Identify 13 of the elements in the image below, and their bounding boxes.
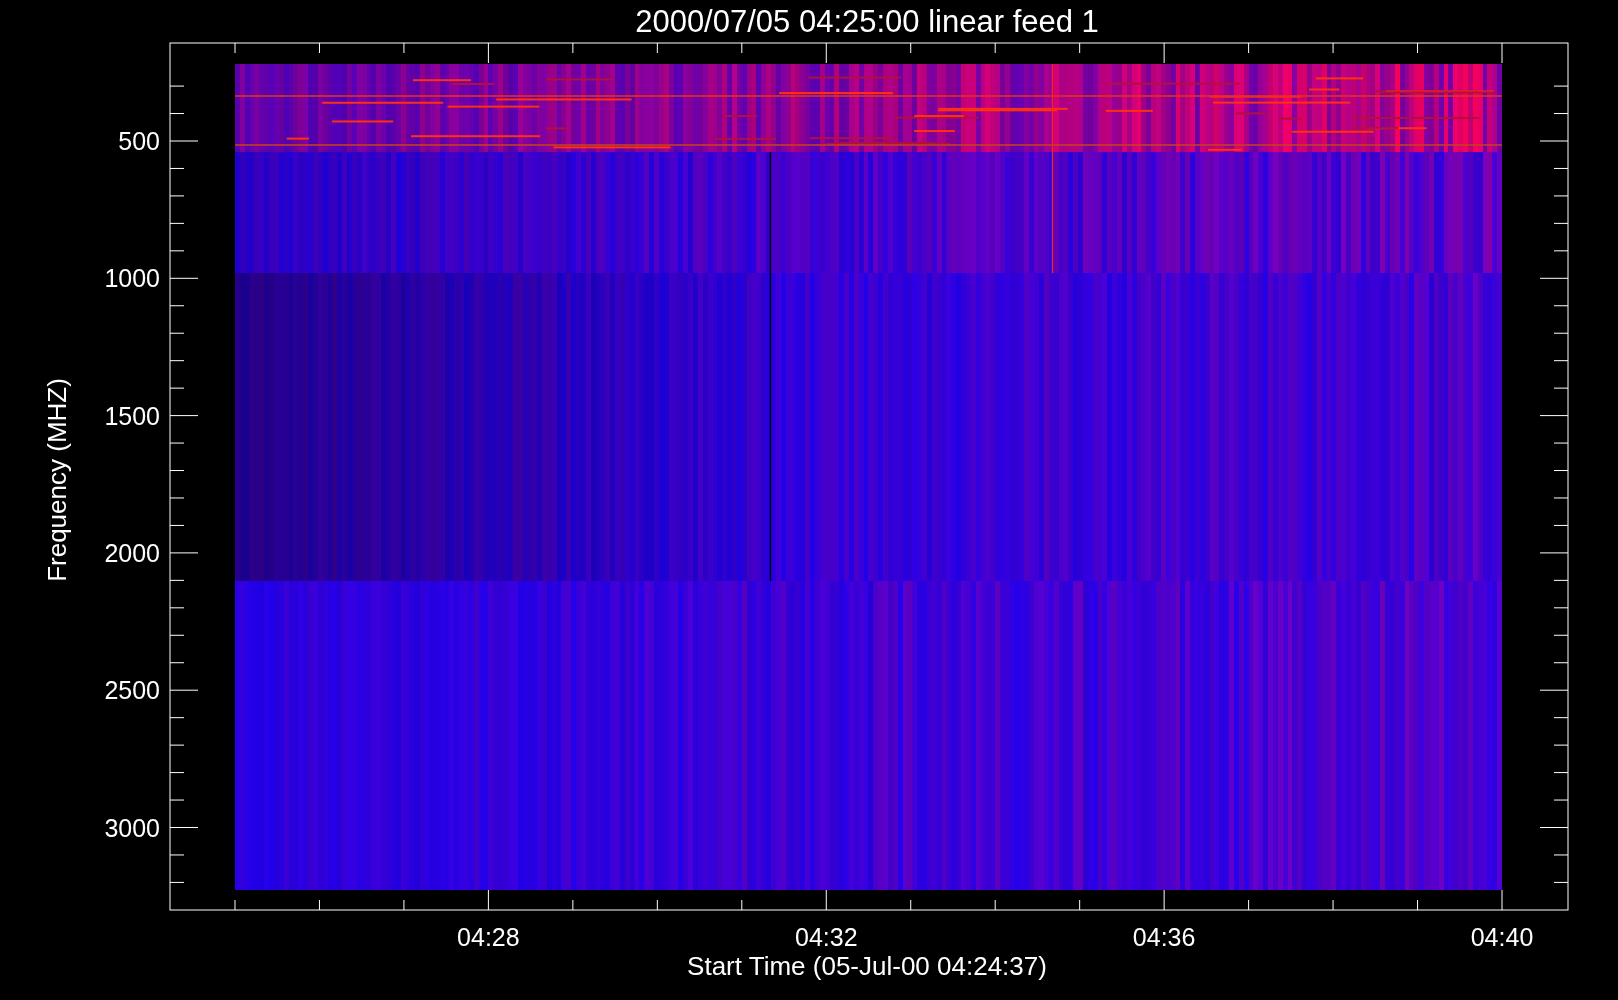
x-tick-label: 04:28 [457, 923, 520, 951]
x-tick-label: 04:40 [1470, 923, 1534, 951]
y-tick-label: 2500 [104, 676, 160, 705]
y-tick-label: 1000 [104, 264, 160, 293]
y-tick-label: 3000 [104, 813, 160, 842]
y-axis-label: Frequency (MHZ) [42, 378, 72, 582]
y-tick-label: 500 [118, 127, 160, 155]
x-tick-label: 04:36 [1132, 923, 1196, 951]
x-tick-label: 04:32 [795, 923, 858, 951]
y-tick-label: 2000 [104, 538, 160, 567]
plot-title: 2000/07/05 04:25:00 linear feed 1 [635, 4, 1099, 39]
y-tick-label: 1500 [104, 401, 160, 430]
x-axis-label: Start Time (05-Jul-00 04:24:37) [687, 951, 1047, 981]
